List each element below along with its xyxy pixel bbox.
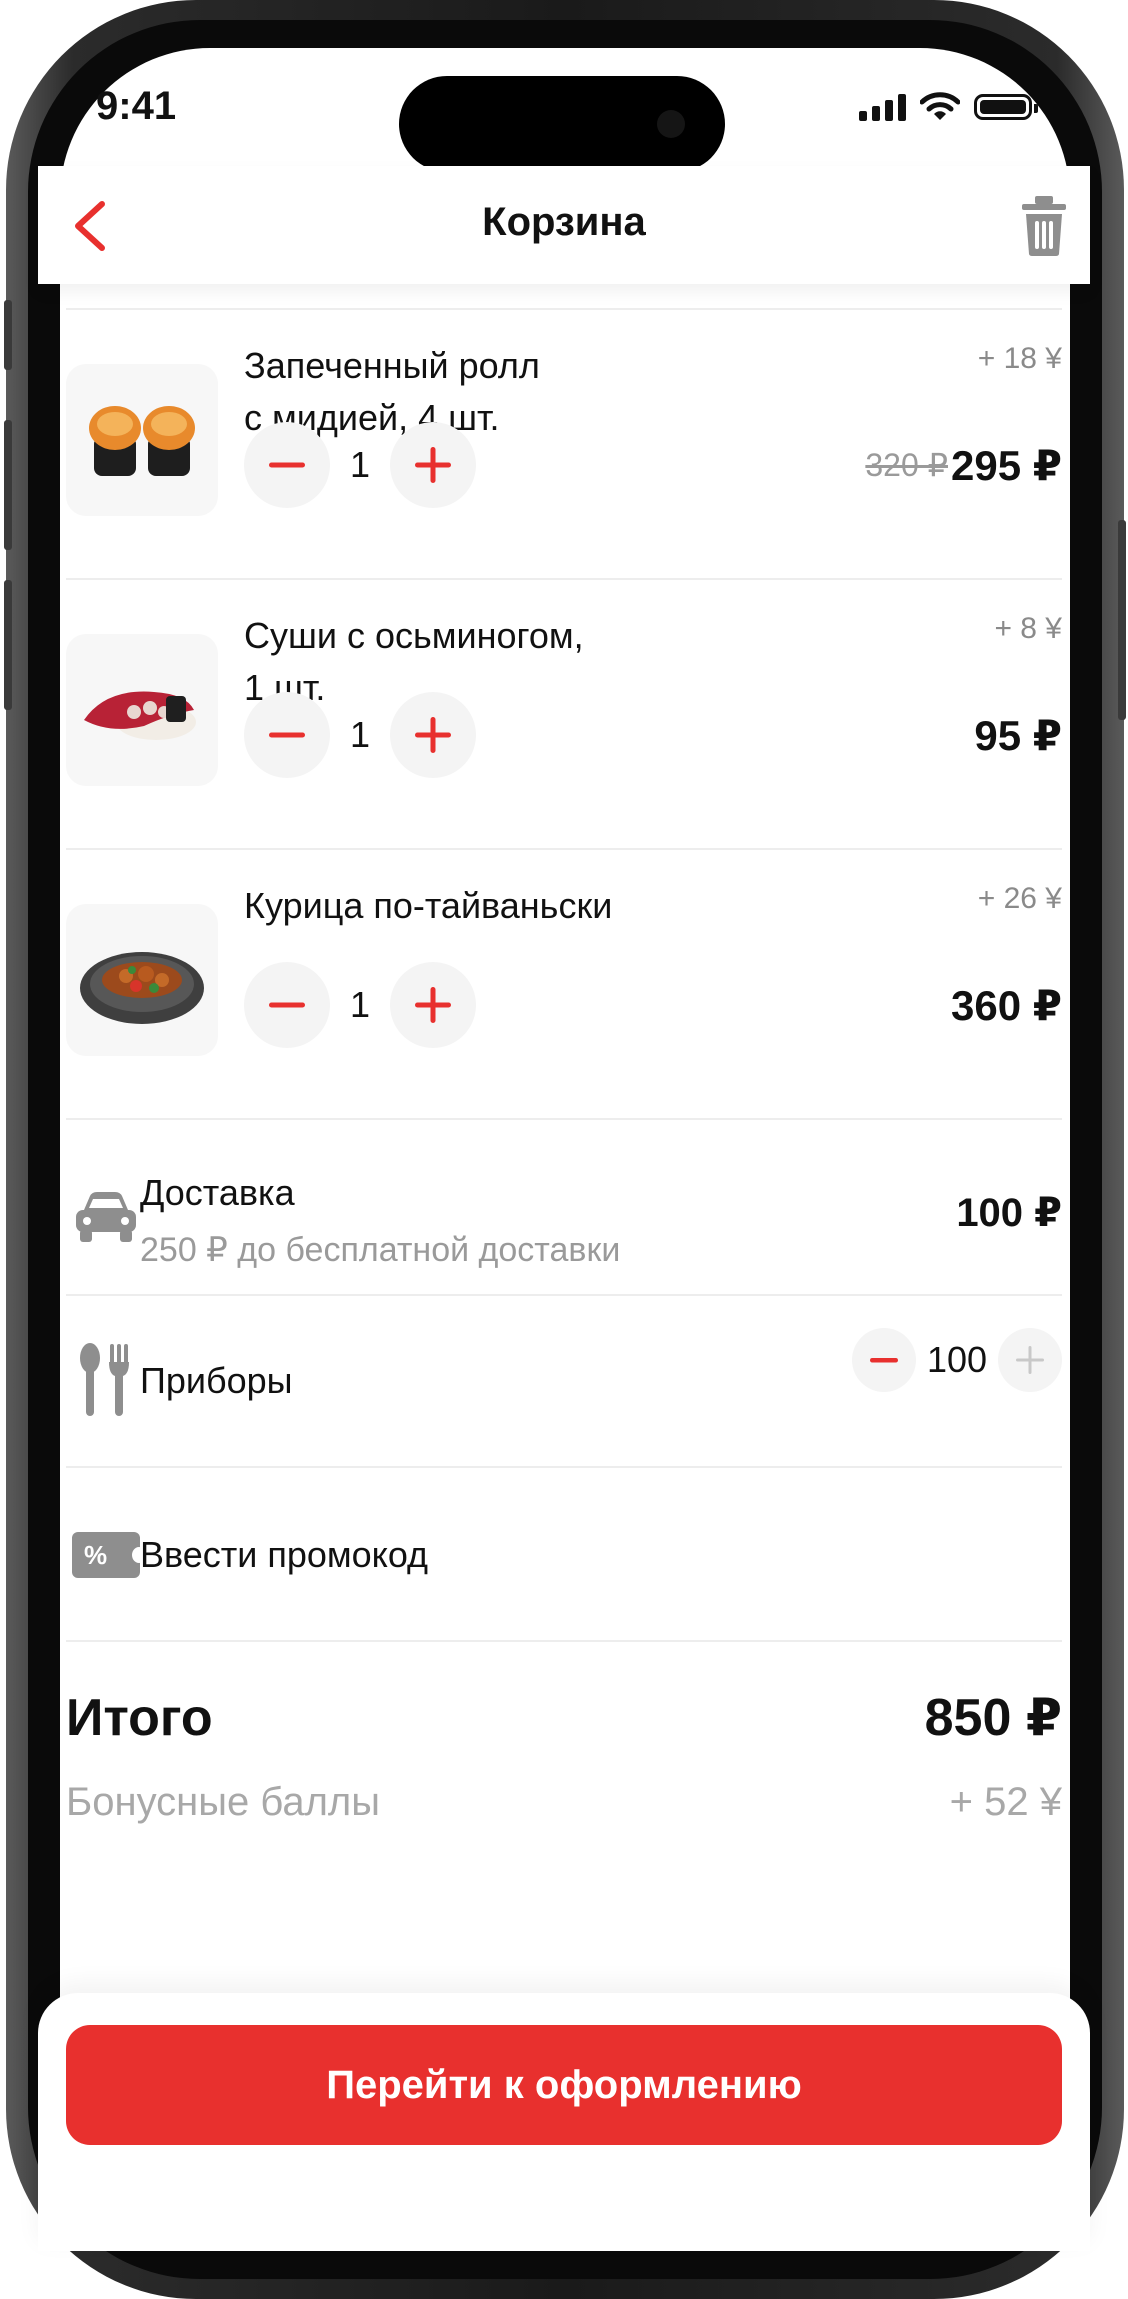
item-name: Курица по-тайваньски [244, 880, 612, 932]
minus-icon [269, 462, 305, 468]
cutlery-icon [80, 1343, 129, 1416]
quantity-value: 1 [349, 444, 371, 485]
trash-icon[interactable] [1018, 194, 1070, 258]
item-name-line1: Курица по-тайваньски [244, 885, 613, 926]
item-image-octopus-sushi [66, 634, 218, 786]
wifi-icon [920, 92, 960, 120]
plus-icon [415, 447, 451, 483]
delivery-row: Доставка 250 ₽ до бесплатной доставки 10… [38, 1118, 1090, 1294]
minus-icon [269, 732, 305, 738]
cart-item: Курица по-тайваньски + 26 ¥ 1 360 ₽ [38, 848, 1090, 1118]
power-button [1118, 520, 1126, 720]
quantity-value: 1 [349, 714, 371, 755]
quantity-value: 1 [349, 984, 371, 1025]
promo-label: Ввести промокод [140, 1534, 429, 1575]
plus-icon [415, 987, 451, 1023]
divider [66, 1640, 1062, 1642]
quantity-stepper: 1 [244, 692, 476, 778]
volume-down-button [4, 580, 12, 710]
checkout-panel: Перейти к оформлению [38, 1993, 1090, 2251]
promo-row[interactable]: % Ввести промокод [38, 1466, 1090, 1640]
item-price: 360 ₽ [951, 982, 1062, 1029]
minus-icon [870, 1358, 898, 1363]
plus-icon [1016, 1346, 1044, 1374]
increase-button[interactable] [390, 692, 476, 778]
quantity-stepper: 1 [244, 422, 476, 508]
total-label: Итого [66, 1689, 213, 1747]
decrease-button[interactable] [244, 962, 330, 1048]
checkout-button[interactable]: Перейти к оформлению [66, 2025, 1062, 2145]
item-bonus: + 8 ¥ [994, 612, 1062, 645]
cutlery-label: Приборы [140, 1360, 293, 1401]
item-name-line1: Запеченный ролл [244, 345, 540, 386]
item-image-taiwan-chicken [66, 904, 218, 1056]
decrease-button[interactable] [244, 422, 330, 508]
cutlery-stepper: 100 [852, 1328, 1062, 1392]
item-name-line1: Суши с осьминогом, [244, 615, 584, 656]
volume-up-button [4, 420, 12, 550]
item-price: 295 ₽ [951, 442, 1062, 489]
item-image-baked-roll [66, 364, 218, 516]
decrease-button[interactable] [244, 692, 330, 778]
increase-button[interactable] [390, 962, 476, 1048]
cutlery-row: Приборы 100 [38, 1294, 1090, 1466]
item-bonus: + 26 ¥ [977, 882, 1062, 915]
cart-item: Запеченный ролл с мидией, 4 шт. + 18 ¥ 1… [38, 308, 1090, 578]
cellular-signal-icon [859, 93, 906, 121]
dynamic-island [399, 76, 725, 172]
plus-icon [415, 717, 451, 753]
delivery-subtitle: 250 ₽ до бесплатной доставки [140, 1231, 621, 1269]
delivery-price: 100 ₽ [956, 1191, 1062, 1235]
total-value: 850 ₽ [924, 1689, 1062, 1747]
quantity-stepper: 1 [244, 962, 476, 1048]
cart-content: Запеченный ролл с мидией, 4 шт. + 18 ¥ 1… [38, 274, 1090, 2299]
cutlery-value: 100 [926, 1339, 988, 1380]
bonus-points-label: Бонусные баллы [66, 1780, 381, 1824]
increase-button[interactable] [390, 422, 476, 508]
status-time: 9:41 [96, 84, 177, 128]
promo-ticket-icon: % [72, 1532, 146, 1578]
battery-icon [974, 94, 1038, 120]
cutlery-increase-button[interactable] [998, 1328, 1062, 1392]
bonus-points-value: + 52 ¥ [949, 1780, 1062, 1824]
status-icons [859, 92, 1038, 122]
delivery-label: Доставка [140, 1172, 295, 1213]
minus-icon [269, 1002, 305, 1008]
mute-switch [4, 300, 12, 370]
car-icon [76, 1192, 136, 1242]
item-bonus: + 18 ¥ [977, 342, 1062, 375]
page-title: Корзина [482, 200, 646, 244]
item-price: 95 ₽ [974, 712, 1062, 759]
percent-glyph: % [84, 1539, 108, 1570]
cart-item: Суши с осьминогом, 1 шт. + 8 ¥ 1 95 ₽ [38, 578, 1090, 848]
cutlery-decrease-button[interactable] [852, 1328, 916, 1392]
camera-icon [657, 110, 685, 138]
item-old-price: 320 ₽ [865, 447, 948, 483]
app-header: Корзина [38, 166, 1090, 284]
